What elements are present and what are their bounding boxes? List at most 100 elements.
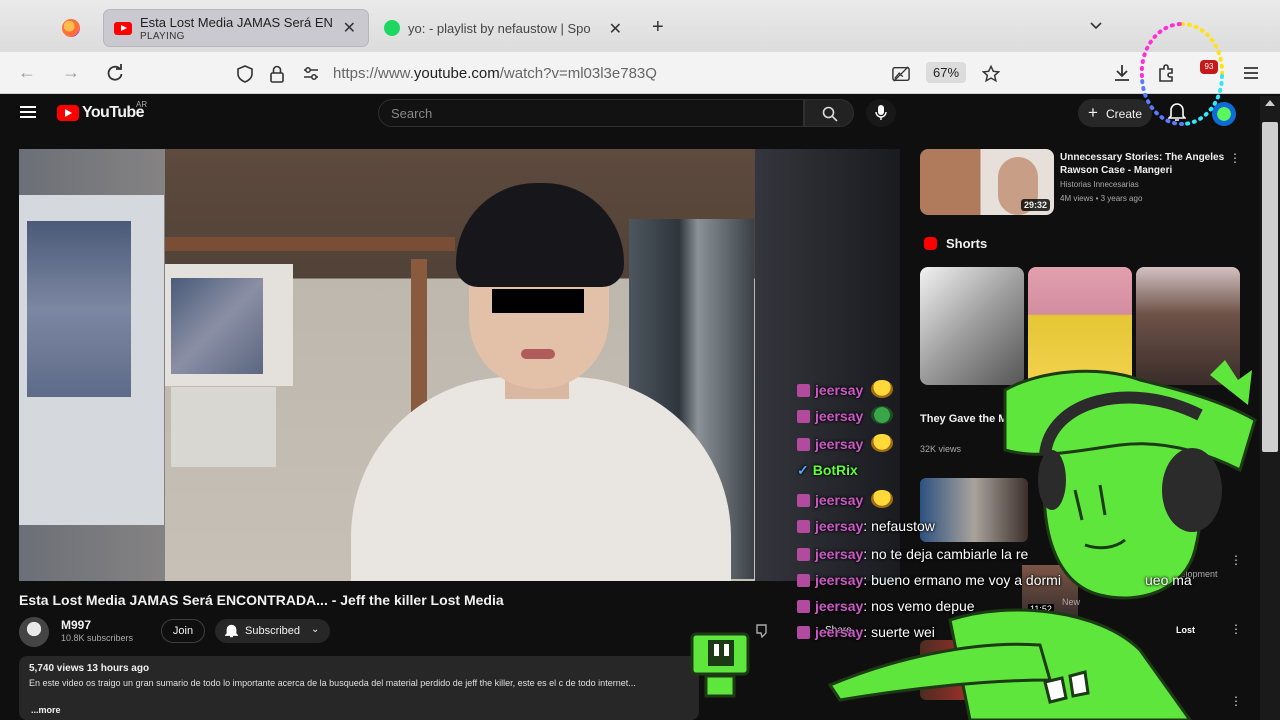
chat-text: : nos vemo depue: [863, 598, 975, 614]
subscribed-button[interactable]: Subscribed ⌄: [215, 619, 330, 643]
chat-username: jeersay: [815, 492, 864, 508]
youtube-wordmark[interactable]: YouTube: [82, 104, 144, 122]
chat-message: ✓ BotRix: [797, 462, 858, 486]
bookmark-star-icon[interactable]: [982, 65, 1000, 83]
join-button[interactable]: Join: [161, 619, 205, 643]
more-vert-icon[interactable]: ⋮: [1229, 151, 1241, 165]
chat-text-fragment: ueo ma: [1145, 572, 1192, 588]
chat-message: jeersay: [797, 380, 894, 404]
recommended-thumbnail[interactable]: 29:32: [920, 149, 1054, 215]
youtube-logo-icon[interactable]: [57, 105, 79, 121]
scroll-up-arrow-icon[interactable]: [1265, 100, 1275, 106]
plus-icon: +: [1088, 103, 1098, 122]
shield-icon[interactable]: [236, 65, 254, 83]
tab-youtube[interactable]: Esta Lost Media JAMAS Será EN PLAYING ✕: [104, 10, 368, 46]
tab-list-chevron-icon[interactable]: [1089, 18, 1103, 32]
microphone-icon: [875, 105, 887, 120]
video-frame-door: [411, 259, 427, 419]
browser-tab-strip: Esta Lost Media JAMAS Será EN PLAYING ✕ …: [0, 0, 1280, 52]
description-box[interactable]: 5,740 views 13 hours ago En este video o…: [19, 656, 699, 720]
video-frame-person-mouth: [521, 349, 555, 359]
search-input[interactable]: Search: [378, 99, 804, 127]
stream-chat-overlay: jeersay jeersay jeersay ✓ BotRix jeersay …: [797, 380, 1217, 650]
picture-blocked-icon[interactable]: [892, 65, 910, 83]
chat-badge-icon: [797, 410, 810, 423]
chat-message: jeersay: no te deja cambiarle la re: [797, 546, 1028, 570]
chat-username: BotRix: [812, 462, 858, 478]
guide-menu-icon[interactable]: [20, 106, 36, 118]
spotify-favicon-icon: [384, 20, 400, 36]
emote-icon: [871, 490, 894, 508]
search-placeholder: Search: [391, 106, 433, 121]
channel-name[interactable]: M997: [61, 618, 91, 632]
chat-username: jeersay: [815, 624, 864, 640]
youtube-favicon-icon: [114, 22, 132, 35]
screen: Esta Lost Media JAMAS Será EN PLAYING ✕ …: [0, 0, 1280, 720]
chat-message: jeersay: [797, 406, 894, 430]
video-duration: 29:32: [1020, 199, 1050, 211]
shorts-icon: [924, 237, 937, 250]
emote-icon: [871, 380, 894, 398]
chat-message: jeersay: [797, 490, 894, 514]
chat-username: jeersay: [815, 518, 864, 534]
short-thumbnail[interactable]: [1028, 267, 1132, 385]
recommended-channel[interactable]: Historias Innecesarias: [1060, 180, 1139, 189]
tab-playing-label: PLAYING: [140, 31, 185, 42]
zoom-level-badge[interactable]: 67%: [926, 62, 967, 83]
video-frame-poster: [165, 264, 293, 386]
more-vert-icon[interactable]: ⋮: [1230, 622, 1242, 636]
video-title: Esta Lost Media JAMAS Será ENCONTRADA...…: [19, 592, 504, 608]
chat-username: jeersay: [815, 546, 864, 562]
reload-icon[interactable]: [106, 64, 124, 82]
chat-username: jeersay: [815, 598, 864, 614]
chat-badge-icon: [797, 574, 810, 587]
short-thumbnail[interactable]: [920, 267, 1024, 385]
chat-badge-icon: [797, 520, 810, 533]
chat-message: jeersay: bueno ermano me voy a dormi: [797, 572, 1061, 596]
downloads-icon[interactable]: [1112, 63, 1132, 83]
youtube-header: YouTube AR Search + Create: [0, 94, 1270, 134]
dislike-icon[interactable]: [756, 624, 772, 638]
chat-username: jeersay: [815, 436, 864, 452]
chat-badge-icon: [797, 438, 810, 451]
search-button[interactable]: [804, 99, 854, 127]
channel-avatar[interactable]: [19, 617, 49, 647]
show-more-link[interactable]: ...more: [31, 705, 61, 715]
permissions-sliders-icon[interactable]: [302, 65, 320, 83]
description-text: En este video os traigo un gran sumario …: [29, 678, 636, 688]
tab-title: Esta Lost Media JAMAS Será EN: [140, 15, 333, 30]
firefox-icon[interactable]: [62, 19, 80, 37]
tab-spotify[interactable]: yo: - playlist by nefaustow | Spo ✕: [378, 10, 630, 46]
menu-hamburger-icon[interactable]: [1241, 63, 1261, 83]
recommended-meta: 4M views • 3 years ago: [1060, 194, 1143, 203]
chat-username: jeersay: [815, 408, 864, 424]
url-bar[interactable]: https://www.youtube.com/watch?v=ml03l3e7…: [228, 56, 1010, 90]
video-frame-poster: [19, 195, 164, 525]
chevron-down-icon: ⌄: [311, 624, 320, 635]
more-vert-icon[interactable]: ⋮: [1230, 694, 1242, 708]
subscribed-bell-icon: [225, 624, 238, 638]
chat-message: jeersay: suerte wei: [797, 624, 935, 648]
voice-search-button[interactable]: [866, 99, 896, 127]
new-tab-plus-icon[interactable]: +: [652, 16, 664, 39]
chat-username: jeersay: [815, 572, 864, 588]
video-player[interactable]: [19, 149, 900, 581]
recommended-title[interactable]: Unnecessary Stories: The Angeles Rawson …: [1060, 151, 1228, 177]
forward-arrow-icon[interactable]: →: [62, 62, 80, 83]
emote-icon: [871, 406, 894, 424]
tab-close-icon[interactable]: ✕: [343, 18, 356, 38]
lock-icon[interactable]: [268, 65, 286, 83]
tab-title: yo: - playlist by nefaustow | Spo: [408, 21, 591, 36]
page-scrollbar[interactable]: [1260, 96, 1280, 720]
shorts-heading: Shorts: [946, 236, 988, 251]
tab-close-icon[interactable]: ✕: [609, 19, 622, 39]
video-frame-shelf: [165, 237, 455, 251]
url-text[interactable]: https://www.youtube.com/watch?v=ml03l3e7…: [333, 65, 657, 82]
more-vert-icon[interactable]: ⋮: [1230, 553, 1242, 567]
back-arrow-icon[interactable]: ←: [18, 62, 36, 83]
chat-text: : nefaustow: [863, 518, 935, 534]
short-thumbnail[interactable]: [1136, 267, 1240, 385]
chat-text: : bueno ermano me voy a dormi: [863, 572, 1061, 588]
censor-bar: [492, 289, 584, 313]
scrollbar-thumb[interactable]: [1262, 122, 1278, 452]
